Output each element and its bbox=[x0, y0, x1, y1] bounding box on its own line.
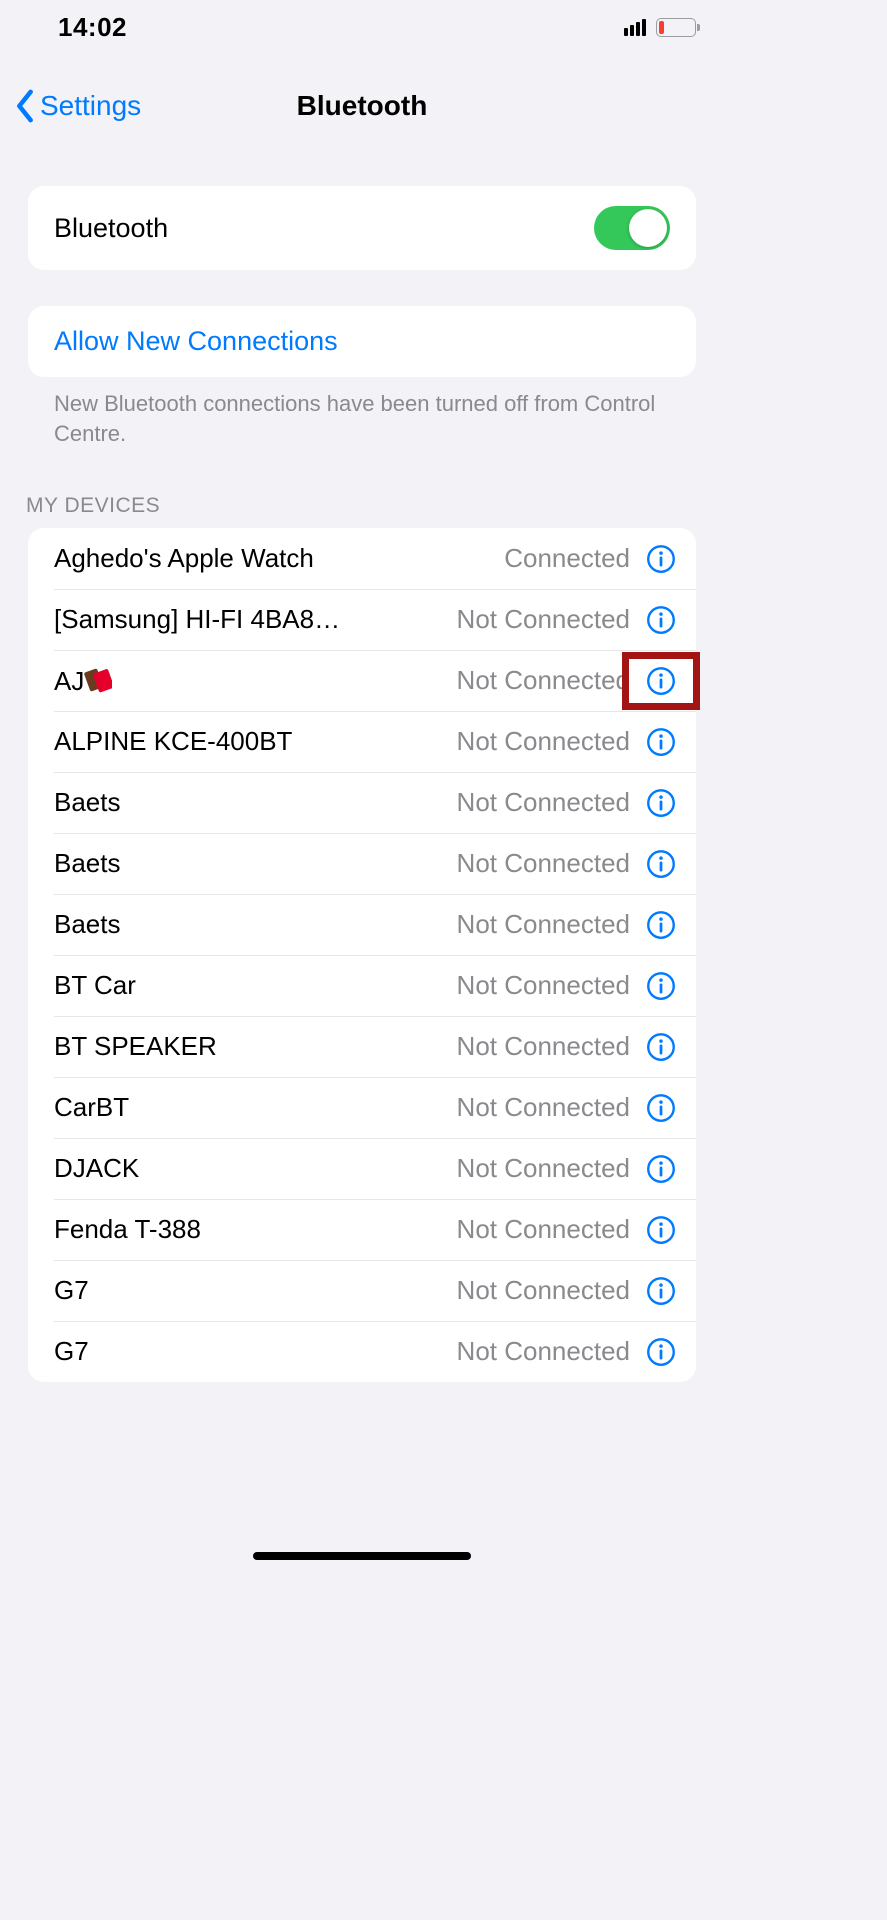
nav-bar: Settings Bluetooth bbox=[0, 78, 724, 134]
device-row[interactable]: ALPINE KCE-400BT Not Connected bbox=[28, 711, 696, 772]
device-status: Not Connected bbox=[457, 1275, 630, 1306]
device-info-button[interactable] bbox=[644, 1213, 678, 1247]
allow-connections-card: Allow New Connections bbox=[28, 306, 696, 377]
device-info-button[interactable] bbox=[644, 725, 678, 759]
device-row[interactable]: [Samsung] HI-FI 4BA8… Not Connected bbox=[28, 589, 696, 650]
device-info-button[interactable] bbox=[644, 1335, 678, 1369]
device-status: Not Connected bbox=[457, 726, 630, 757]
device-row[interactable]: Baets Not Connected bbox=[28, 833, 696, 894]
device-status: Not Connected bbox=[457, 604, 630, 635]
info-icon bbox=[646, 666, 676, 696]
info-icon bbox=[646, 1032, 676, 1062]
device-row[interactable]: Baets Not Connected bbox=[28, 772, 696, 833]
device-name: Fenda T-388 bbox=[54, 1214, 201, 1245]
device-name: DJACK bbox=[54, 1153, 139, 1184]
info-icon bbox=[646, 1093, 676, 1123]
chocolate-emoji-icon bbox=[84, 664, 112, 697]
device-name: Baets bbox=[54, 848, 121, 879]
device-status: Not Connected bbox=[457, 787, 630, 818]
chevron-left-icon bbox=[14, 89, 36, 123]
info-icon bbox=[646, 544, 676, 574]
my-devices-header: MY DEVICES bbox=[0, 494, 724, 528]
info-icon bbox=[646, 910, 676, 940]
back-label: Settings bbox=[40, 90, 141, 122]
info-icon bbox=[646, 1337, 676, 1367]
device-row[interactable]: BT SPEAKER Not Connected bbox=[28, 1016, 696, 1077]
device-info-button[interactable] bbox=[644, 664, 678, 698]
device-info-button[interactable] bbox=[644, 1030, 678, 1064]
device-row[interactable]: AJ Not Connected bbox=[28, 650, 696, 711]
info-icon bbox=[646, 1154, 676, 1184]
allow-connections-footer: New Bluetooth connections have been turn… bbox=[28, 377, 696, 448]
allow-connections-button[interactable]: Allow New Connections bbox=[28, 306, 696, 377]
device-info-button[interactable] bbox=[644, 603, 678, 637]
bluetooth-toggle-label: Bluetooth bbox=[54, 213, 168, 244]
device-status: Not Connected bbox=[457, 665, 630, 696]
device-name: BT Car bbox=[54, 970, 136, 1001]
info-icon bbox=[646, 1215, 676, 1245]
device-name: G7 bbox=[54, 1275, 89, 1306]
device-info-button[interactable] bbox=[644, 542, 678, 576]
device-name: G7 bbox=[54, 1336, 89, 1367]
device-status: Not Connected bbox=[457, 1153, 630, 1184]
device-info-button[interactable] bbox=[644, 1152, 678, 1186]
device-name: AJ bbox=[54, 664, 112, 697]
device-status: Not Connected bbox=[457, 1031, 630, 1062]
cellular-signal-icon bbox=[624, 19, 646, 36]
info-icon bbox=[646, 1276, 676, 1306]
info-icon bbox=[646, 849, 676, 879]
device-info-button[interactable] bbox=[644, 847, 678, 881]
device-status: Not Connected bbox=[457, 1214, 630, 1245]
info-icon bbox=[646, 727, 676, 757]
device-list: Aghedo's Apple Watch Connected [Samsung] H… bbox=[28, 528, 696, 1382]
home-indicator[interactable] bbox=[253, 1552, 471, 1560]
info-icon bbox=[646, 605, 676, 635]
device-row[interactable]: Aghedo's Apple Watch Connected bbox=[28, 528, 696, 589]
device-info-button[interactable] bbox=[644, 969, 678, 1003]
status-time: 14:02 bbox=[58, 12, 127, 43]
info-icon bbox=[646, 971, 676, 1001]
device-row[interactable]: Fenda T-388 Not Connected bbox=[28, 1199, 696, 1260]
device-status: Connected bbox=[504, 543, 630, 574]
device-info-button[interactable] bbox=[644, 1091, 678, 1125]
device-status: Not Connected bbox=[457, 970, 630, 1001]
device-row[interactable]: G7 Not Connected bbox=[28, 1260, 696, 1321]
device-status: Not Connected bbox=[457, 848, 630, 879]
device-row[interactable]: DJACK Not Connected bbox=[28, 1138, 696, 1199]
status-indicators bbox=[624, 18, 696, 37]
back-button[interactable]: Settings bbox=[14, 78, 141, 134]
device-info-button[interactable] bbox=[644, 908, 678, 942]
device-row[interactable]: Baets Not Connected bbox=[28, 894, 696, 955]
allow-connections-label: Allow New Connections bbox=[54, 326, 338, 357]
device-row[interactable]: BT Car Not Connected bbox=[28, 955, 696, 1016]
device-name: CarBT bbox=[54, 1092, 129, 1123]
device-status: Not Connected bbox=[457, 1336, 630, 1367]
status-bar: 14:02 bbox=[0, 0, 724, 54]
bluetooth-toggle-card: Bluetooth bbox=[28, 186, 696, 270]
device-row[interactable]: G7 Not Connected bbox=[28, 1321, 696, 1382]
device-name: Baets bbox=[54, 909, 121, 940]
battery-level-low bbox=[659, 21, 664, 34]
page-title: Bluetooth bbox=[297, 90, 428, 122]
device-info-button[interactable] bbox=[644, 786, 678, 820]
info-icon bbox=[646, 788, 676, 818]
device-name: Aghedo's Apple Watch bbox=[54, 543, 314, 574]
device-name: BT SPEAKER bbox=[54, 1031, 217, 1062]
battery-icon bbox=[656, 18, 696, 37]
device-info-button[interactable] bbox=[644, 1274, 678, 1308]
bluetooth-switch[interactable] bbox=[594, 206, 670, 250]
device-status: Not Connected bbox=[457, 909, 630, 940]
device-name: ALPINE KCE-400BT bbox=[54, 726, 292, 757]
device-row[interactable]: CarBT Not Connected bbox=[28, 1077, 696, 1138]
device-name: [Samsung] HI-FI 4BA8… bbox=[54, 604, 340, 635]
device-name: Baets bbox=[54, 787, 121, 818]
device-status: Not Connected bbox=[457, 1092, 630, 1123]
